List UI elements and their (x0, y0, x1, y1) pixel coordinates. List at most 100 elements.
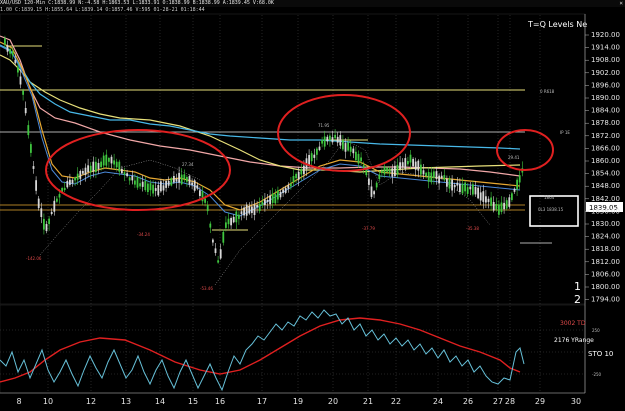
candle-body (173, 176, 175, 183)
price-tick-label: 1908.00 (591, 56, 620, 64)
candle-body (154, 188, 157, 191)
candle-body (14, 59, 17, 64)
candle-body (383, 166, 386, 175)
candle-body (167, 180, 170, 186)
candle-body (344, 143, 347, 152)
candle-body (373, 191, 375, 195)
annotation-2: 2 (574, 293, 581, 306)
candle-body (43, 218, 45, 230)
candle-body (79, 171, 82, 179)
candle-body (123, 172, 126, 175)
candle-body (352, 148, 355, 154)
candle-body (443, 175, 446, 181)
price-tick-label: 1878.00 (591, 119, 620, 127)
candle-body (360, 157, 362, 162)
candle-body (386, 167, 388, 172)
candle-body (451, 179, 453, 191)
price-chart[interactable]: 0L3 1838.15 1839.05 0 R618 IP 1E 1864 71… (0, 0, 625, 411)
candle-body (474, 187, 477, 195)
candle-body (357, 153, 360, 164)
candle-body (131, 175, 134, 181)
candle-body (292, 176, 295, 183)
candle-body (37, 198, 40, 209)
time-tick-label: 14 (155, 397, 165, 406)
candle-body (230, 218, 232, 226)
candle-body (487, 198, 490, 203)
candle-body (284, 187, 287, 193)
candle-body (261, 201, 264, 206)
candle-body (505, 200, 508, 209)
candle-body (240, 211, 243, 215)
candle-body (336, 136, 339, 143)
candle-body (227, 218, 230, 225)
candle-body (134, 180, 136, 185)
candle-body (238, 214, 240, 219)
time-tick-label: 21 (363, 397, 373, 406)
price-tick-label: 1794.00 (591, 296, 620, 304)
candle-body (266, 200, 269, 202)
candle-body (251, 206, 253, 213)
candle-body (50, 211, 53, 214)
candle-body (508, 197, 511, 207)
candle-body (193, 180, 196, 191)
candle-body (258, 203, 261, 211)
price-tick-label: 1818.00 (591, 245, 620, 253)
candle-body (206, 205, 209, 212)
candle-body (97, 163, 100, 169)
candle-body (66, 180, 69, 188)
price-tick-label: 1800.00 (591, 283, 620, 291)
time-tick-label: 8 (16, 397, 21, 406)
candle-body (186, 177, 188, 182)
price-tick-label: 1860.00 (591, 157, 620, 165)
candle-body (53, 200, 56, 212)
candle-body (295, 173, 297, 179)
time-tick-label: 12 (86, 397, 96, 406)
candle-body (466, 187, 469, 194)
candle-body (76, 173, 79, 180)
candle-body (355, 151, 357, 161)
candle-body (27, 125, 30, 136)
candle-body (391, 168, 394, 177)
candle-body (492, 202, 495, 211)
candle-body (157, 185, 160, 196)
candle-body (477, 187, 479, 199)
candle-body (513, 188, 516, 192)
candle-body (152, 184, 154, 194)
candle-body (45, 224, 48, 231)
candle-body (427, 172, 430, 182)
candle-body (71, 179, 74, 184)
candle-body (126, 173, 128, 177)
candle-body (365, 169, 368, 176)
candle-body (300, 169, 303, 175)
candle-body (414, 161, 417, 170)
indicator-yrange-label: 2176 YRange (554, 337, 594, 344)
candle-body (178, 172, 180, 183)
candle-body (394, 165, 396, 177)
candle-body (160, 181, 162, 192)
candle-body (19, 76, 22, 85)
price-tick-label: 1884.00 (591, 107, 620, 115)
candle-body (321, 139, 323, 144)
candle-body (58, 194, 61, 198)
time-tick-label: 20 (328, 397, 338, 406)
price-tick-label: 1830.00 (591, 220, 620, 228)
candle-body (118, 161, 121, 172)
candlestick-series[interactable] (4, 35, 524, 264)
candle-body (204, 198, 206, 203)
candle-body (469, 186, 472, 190)
time-tick-label: 24 (433, 397, 443, 406)
candle-body (503, 202, 505, 210)
candle-body (368, 178, 370, 185)
candle-body (214, 248, 217, 253)
candle-body (269, 195, 271, 205)
time-tick-label: 27 (493, 397, 503, 406)
candle-body (188, 176, 191, 185)
pivot-label-2: 29.41 (508, 155, 520, 160)
candle-body (162, 185, 165, 191)
candle-body (105, 154, 108, 166)
candle-body (511, 193, 513, 200)
candle-body (264, 199, 266, 205)
candle-body (279, 191, 282, 198)
annotation-1: 1 (574, 280, 581, 293)
candle-body (110, 156, 113, 164)
